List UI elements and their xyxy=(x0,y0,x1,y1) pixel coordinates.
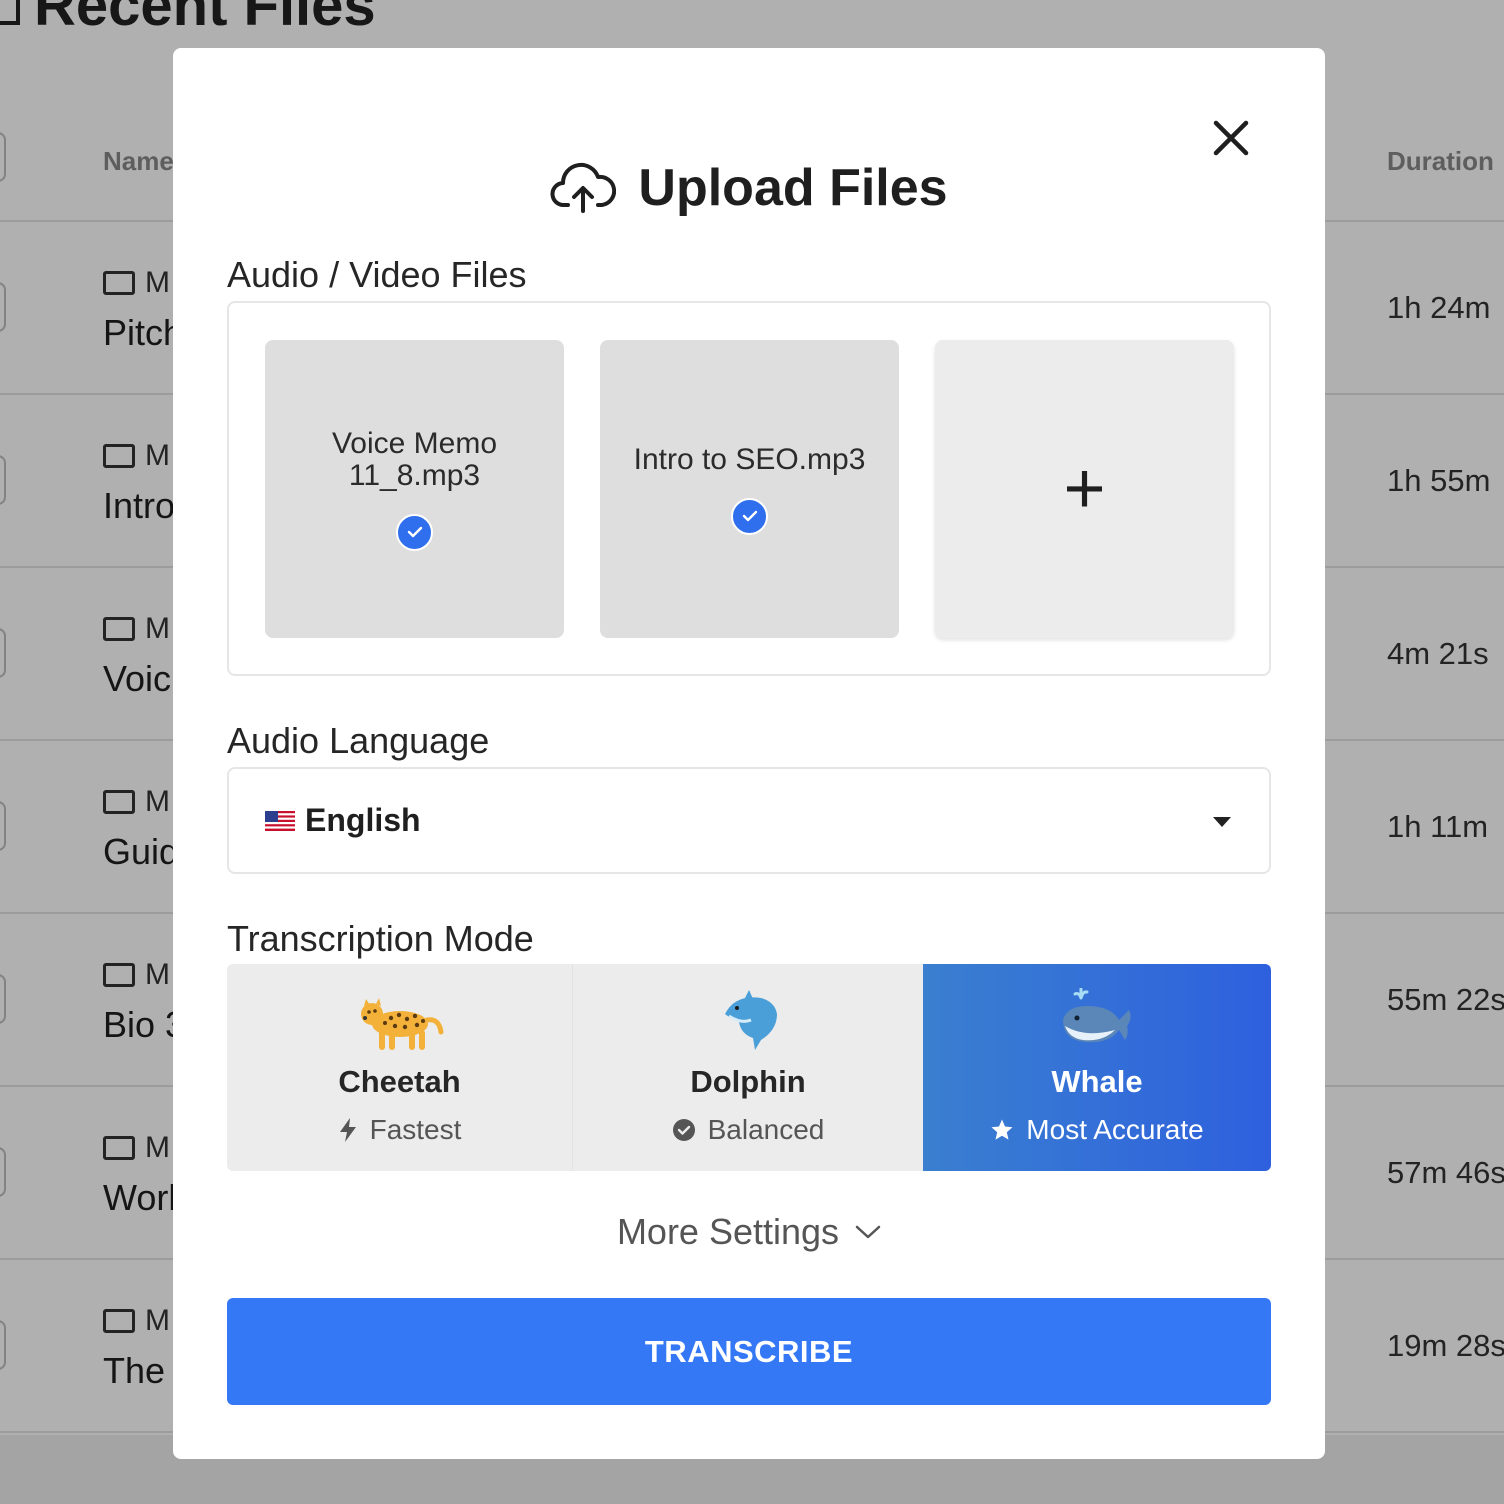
mode-subtitle: Fastest xyxy=(338,1114,461,1146)
file-tile[interactable]: Voice Memo 11_8.mp3 xyxy=(265,340,564,638)
check-circle-icon xyxy=(672,1119,695,1141)
mode-subtitle: Balanced xyxy=(672,1114,824,1146)
mode-section-label: Transcription Mode xyxy=(227,918,534,959)
mode-name: Whale xyxy=(1051,1064,1143,1099)
star-icon xyxy=(991,1119,1013,1140)
language-value: English xyxy=(305,802,421,838)
mode-option-whale[interactable]: Whale Most Accurate xyxy=(923,964,1271,1171)
cheetah-icon xyxy=(360,998,443,1050)
check-icon xyxy=(396,513,433,551)
mode-name: Dolphin xyxy=(690,1064,806,1099)
file-tile-name: Intro to SEO.mp3 xyxy=(633,442,866,476)
mode-option-cheetah[interactable]: Cheetah Fastest xyxy=(227,964,573,1171)
file-dropzone[interactable]: Voice Memo 11_8.mp3 Intro to SEO.mp3 + xyxy=(227,301,1271,676)
upload-files-dialog: Upload Files Audio / Video Files Voice M… xyxy=(173,48,1325,1459)
file-tile[interactable]: Intro to SEO.mp3 xyxy=(600,340,899,638)
plus-icon: + xyxy=(1063,449,1106,529)
mode-option-dolphin[interactable]: Dolphin Balanced xyxy=(573,964,923,1171)
dialog-header: Upload Files xyxy=(173,143,1325,233)
file-tile-name: Voice Memo 11_8.mp3 xyxy=(331,426,498,492)
whale-icon xyxy=(1063,988,1131,1043)
language-select[interactable]: English xyxy=(227,767,1271,874)
lightning-icon xyxy=(339,1118,356,1142)
dialog-title: Upload Files xyxy=(638,159,948,217)
chevron-down-icon xyxy=(855,1225,881,1239)
dolphin-icon xyxy=(725,990,777,1050)
transcribe-button[interactable]: TRANSCRIBE xyxy=(227,1298,1271,1405)
cloud-upload-icon xyxy=(550,162,617,213)
transcription-mode-selector: Cheetah Fastest Dolphin Balanced Whale M… xyxy=(227,964,1271,1171)
us-flag-icon xyxy=(265,810,295,831)
add-file-button[interactable]: + xyxy=(935,340,1234,638)
more-settings-label: More Settings xyxy=(616,1211,840,1252)
language-section-label: Audio Language xyxy=(227,720,490,761)
chevron-down-icon xyxy=(1213,817,1231,827)
close-icon[interactable] xyxy=(1211,118,1251,158)
more-settings-toggle[interactable]: More Settings xyxy=(173,1211,1325,1253)
files-section-label: Audio / Video Files xyxy=(227,254,527,295)
mode-name: Cheetah xyxy=(338,1064,461,1099)
mode-subtitle: Most Accurate xyxy=(990,1114,1204,1146)
check-icon xyxy=(731,497,768,535)
